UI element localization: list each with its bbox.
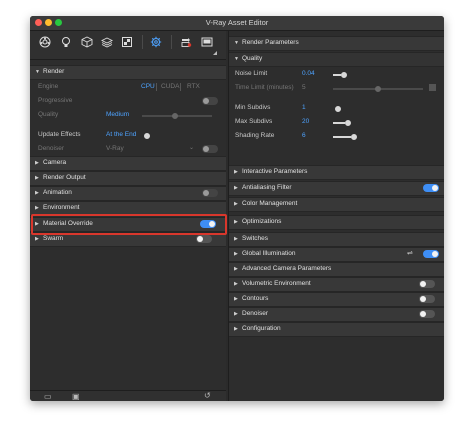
max-subdivs-label: Max Subdivs [235,118,273,125]
asset-toolbar [30,31,226,60]
window-title: V-Ray Asset Editor [205,18,269,27]
chevron-down-icon: ▼ [35,69,40,75]
section-interactive-parameters[interactable]: ▶ Interactive Parameters [229,165,444,180]
chevron-right-icon: ▶ [35,160,39,166]
chevron-down-icon: ▼ [234,40,239,46]
chevron-right-icon: ▶ [234,169,238,175]
min-subdivs-label: Min Subdivs [235,104,271,111]
chevron-right-icon: ▶ [234,266,238,272]
geometry-icon[interactable] [80,35,94,49]
settings-icon[interactable] [149,35,163,49]
chevron-down-icon[interactable]: ⌄ [189,144,194,151]
chevron-down-icon: ▼ [234,56,239,62]
left-bottom-bar: ▭ ▣ ↺ [30,390,226,401]
render-parameters-header[interactable]: ▼ Render Parameters [229,36,444,51]
chevron-right-icon: ▶ [234,296,238,302]
section-render-output[interactable]: ▶ Render Output [30,171,226,186]
denoiser-label: Denoiser [38,145,65,152]
sliders-icon[interactable]: ⇌ [407,249,413,257]
engine-label: Engine [38,83,59,90]
progressive-toggle[interactable] [202,97,218,105]
engine-option-cuda[interactable]: CUDA [161,83,179,90]
render-element-icon[interactable] [120,35,134,49]
light-icon[interactable] [59,35,73,49]
toolbar-divider [142,35,143,49]
chevron-right-icon: ▶ [234,251,238,257]
denoiser-value[interactable]: V-Ray [106,145,124,156]
chevron-right-icon: ▶ [35,190,39,196]
min-subdivs-value[interactable]: 1 [302,104,306,115]
section-antialiasing-filter[interactable]: ▶ Antialiasing Filter [229,181,444,196]
max-subdivs-value[interactable]: 20 [302,118,309,129]
quality-section-header[interactable]: ▼ Quality [229,52,444,67]
update-effects-value[interactable]: At the End [106,131,136,142]
quality-slider[interactable] [142,113,212,119]
material-icon[interactable] [38,35,52,49]
section-configuration[interactable]: ▶ Configuration [229,322,444,337]
section-switches[interactable]: ▶ Switches [229,232,444,247]
toolbar-divider [171,35,172,49]
update-effects-slider[interactable] [142,133,150,139]
chevron-right-icon: ▶ [234,185,238,191]
time-limit-value[interactable]: 5 [302,84,306,95]
section-global-illumination[interactable]: ▶ Global Illumination ⇌ [229,247,444,262]
frame-buffer-icon[interactable] [200,35,214,49]
noise-limit-value[interactable]: 0.04 [302,70,315,81]
material-override-highlight [31,214,227,235]
chevron-right-icon: ▶ [234,236,238,242]
noise-limit-slider[interactable] [333,72,347,78]
time-limit-label: Time Limit (minutes) [235,84,294,91]
animation-toggle[interactable] [202,189,218,197]
antialiasing-filter-toggle[interactable] [423,184,439,192]
chevron-right-icon: ▶ [35,236,39,242]
chevron-right-icon: ▶ [234,219,238,225]
open-folder-icon[interactable]: ▭ [44,392,52,401]
denoiser-section-toggle[interactable] [419,310,435,318]
reset-icon[interactable]: ↺ [204,391,211,400]
time-limit-checkbox[interactable] [429,84,436,91]
quality-value[interactable]: Medium [106,111,129,122]
shading-rate-slider[interactable] [333,134,357,140]
swarm-toggle[interactable] [196,235,212,243]
section-animation[interactable]: ▶ Animation [30,186,226,201]
render-section-header[interactable]: ▼ Render [30,65,226,80]
section-contours[interactable]: ▶ Contours [229,292,444,307]
chevron-right-icon: ▶ [234,201,238,207]
contours-toggle[interactable] [419,295,435,303]
update-effects-label: Update Effects [38,131,81,138]
min-subdivs-slider[interactable] [333,106,341,112]
volumetric-environment-toggle[interactable] [419,280,435,288]
shading-rate-label: Shading Rate [235,132,275,139]
right-pane: ▼ Render Parameters ▼ Quality Noise Limi… [228,31,444,401]
engine-option-cpu[interactable]: CPU [141,83,155,90]
render-icon[interactable] [179,35,193,49]
progressive-label: Progressive [38,97,73,104]
engine-selector[interactable]: CPU CUDA RTX [138,83,213,92]
asset-editor-window: V-Ray Asset Editor ▼ Render Engine CPU C… [30,16,444,401]
chevron-right-icon: ▶ [234,326,238,332]
chevron-right-icon: ▶ [35,205,39,211]
save-icon[interactable]: ▣ [72,392,80,401]
section-camera[interactable]: ▶ Camera [30,156,226,171]
section-optimizations[interactable]: ▶ Optimizations [229,215,444,230]
section-volumetric-environment[interactable]: ▶ Volumetric Environment [229,277,444,292]
chevron-right-icon: ▶ [35,175,39,181]
max-subdivs-slider[interactable] [333,120,351,126]
quality-label: Quality [38,111,59,118]
section-denoiser[interactable]: ▶ Denoiser [229,307,444,322]
global-illumination-toggle[interactable] [423,250,439,258]
chevron-right-icon: ▶ [234,281,238,287]
section-advanced-camera-parameters[interactable]: ▶ Advanced Camera Parameters [229,262,444,277]
engine-option-rtx[interactable]: RTX [187,83,200,90]
section-color-management[interactable]: ▶ Color Management [229,197,444,212]
title-bar: V-Ray Asset Editor [30,16,444,31]
chevron-right-icon: ▶ [234,311,238,317]
shading-rate-value[interactable]: 6 [302,132,306,143]
time-limit-slider[interactable] [333,86,423,92]
resize-corner-icon [213,51,217,55]
denoiser-toggle[interactable] [202,145,218,153]
layers-icon[interactable] [100,35,114,49]
noise-limit-label: Noise Limit [235,70,268,77]
